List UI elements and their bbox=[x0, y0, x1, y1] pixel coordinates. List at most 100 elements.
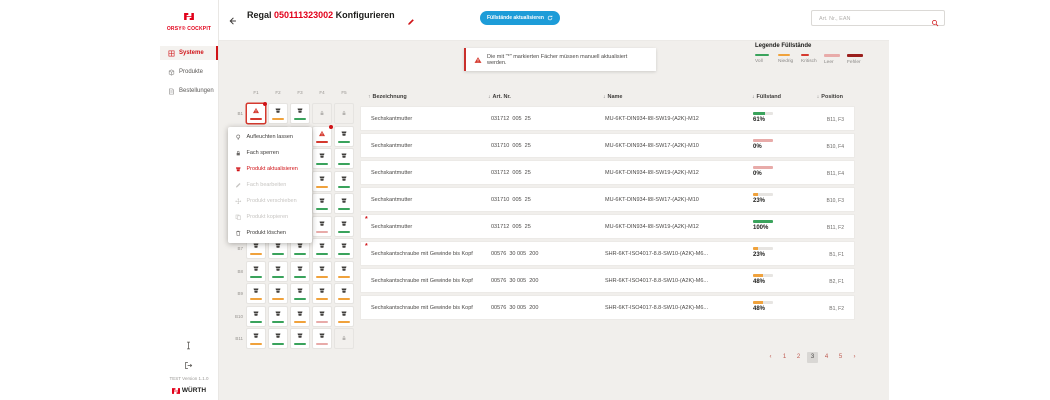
fill-level-line bbox=[294, 253, 306, 255]
bin-icon bbox=[341, 175, 348, 182]
column-header-label: Füllstand bbox=[757, 94, 781, 100]
pagination-page-3[interactable]: 3 bbox=[807, 352, 818, 363]
lock-icon bbox=[341, 110, 347, 116]
fill-level-line bbox=[316, 343, 328, 345]
shelf-cell-B5-F4[interactable] bbox=[312, 193, 332, 214]
fill-level-line bbox=[316, 321, 328, 323]
table-row[interactable]: *Sechskantmutter031712 005 25MU-6KT-DIN9… bbox=[360, 214, 855, 239]
shelf-cell-B11-F1[interactable] bbox=[246, 328, 266, 349]
shelf-cell-B3-F5[interactable] bbox=[334, 148, 354, 169]
back-button[interactable] bbox=[228, 13, 238, 31]
column-header-füllstand[interactable]: ↓Füllstand bbox=[752, 94, 781, 100]
sidebar-item-systeme[interactable]: Systeme bbox=[160, 46, 218, 60]
shelf-cell-B4-F4[interactable] bbox=[312, 171, 332, 192]
shelf-cell-B11-F4[interactable] bbox=[312, 328, 332, 349]
fill-level-line bbox=[338, 186, 350, 188]
shelf-cell-B11-F5[interactable] bbox=[334, 328, 354, 349]
grid-column-header: F5 bbox=[334, 90, 354, 95]
fill-level-line bbox=[250, 343, 262, 345]
shelf-cell-B10-F2[interactable] bbox=[268, 306, 288, 327]
shelf-cell-B10-F4[interactable] bbox=[312, 306, 332, 327]
menu-item-produkt-aktualisieren[interactable]: Produkt aktualisieren bbox=[228, 161, 312, 177]
shelf-cell-B4-F5[interactable] bbox=[334, 171, 354, 192]
fill-level-bar bbox=[753, 166, 773, 169]
fill-level-line bbox=[272, 253, 284, 255]
table-row[interactable]: Sechskantschraube mit Gewinde bis Kopf00… bbox=[360, 268, 855, 293]
cell-name: SHR-6KT-ISO4017-8.8-SW10-(A2K)-M6... bbox=[605, 251, 708, 257]
cell-artnr: 00576 30 005 200 bbox=[491, 278, 538, 284]
shelf-cell-B2-F5[interactable] bbox=[334, 126, 354, 147]
search-icon[interactable] bbox=[931, 14, 939, 32]
update-button-label: Füllstände aktualisieren bbox=[487, 15, 544, 21]
update-fill-levels-button[interactable]: Füllstände aktualisieren bbox=[480, 11, 560, 25]
table-row[interactable]: *Sechskantschraube mit Gewinde bis Kopf0… bbox=[360, 241, 855, 266]
column-header-name[interactable]: ↓Name bbox=[603, 94, 622, 100]
legend-item-voll: Voll bbox=[755, 54, 772, 65]
table-header: ↑Bezeichnung ↓Art. Nr. ↓Name ↓Füllstand ↓Pos… bbox=[360, 86, 855, 106]
fill-level-percent: 0% bbox=[753, 144, 775, 150]
search-input[interactable] bbox=[817, 12, 931, 26]
shelf-cell-B11-F2[interactable] bbox=[268, 328, 288, 349]
table-row[interactable]: Sechskantmutter031712 005 25MU-6KT-DIN93… bbox=[360, 106, 855, 131]
pagination-page-2[interactable]: 2 bbox=[793, 352, 804, 363]
menu-item-label: Produkt kopieren bbox=[247, 214, 289, 220]
pagination-page-1[interactable]: 1 bbox=[779, 352, 790, 363]
collapse-sidebar-icon[interactable] bbox=[184, 337, 193, 346]
shelf-cell-B9-F3[interactable] bbox=[290, 283, 310, 304]
table-row[interactable]: Sechskantmutter031712 005 25MU-6KT-DIN93… bbox=[360, 160, 855, 185]
shelf-cell-B8-F3[interactable] bbox=[290, 261, 310, 282]
legend-item-kritisch: Kritisch bbox=[801, 54, 818, 65]
column-header-art-nr-[interactable]: ↓Art. Nr. bbox=[488, 94, 511, 100]
menu-item-fach-sperren[interactable]: Fach sperren bbox=[228, 145, 312, 161]
shelf-cell-B8-F1[interactable] bbox=[246, 261, 266, 282]
edit-title-icon[interactable] bbox=[407, 13, 415, 31]
pagination-page-5[interactable]: 5 bbox=[835, 352, 846, 363]
shelf-cell-B3-F4[interactable] bbox=[312, 148, 332, 169]
app-logo: ORSY® COCKPIT bbox=[160, 7, 218, 32]
alert-dot bbox=[263, 102, 267, 106]
shelf-cell-B1-F3[interactable] bbox=[290, 103, 310, 124]
cell-fuellstand: 23% bbox=[753, 193, 775, 204]
shelf-cell-B1-F1[interactable] bbox=[246, 103, 266, 124]
cell-name: SHR-6KT-ISO4017-8.8-SW10-(A2K)-M6... bbox=[605, 278, 708, 284]
legend-label: Niedrig bbox=[778, 59, 795, 64]
menu-item-produkt-löschen[interactable]: Produkt löschen bbox=[228, 225, 312, 241]
shelf-cell-B10-F1[interactable] bbox=[246, 306, 266, 327]
shelf-cell-B10-F5[interactable] bbox=[334, 306, 354, 327]
shelf-cell-B9-F1[interactable] bbox=[246, 283, 266, 304]
shelf-cell-B11-F3[interactable] bbox=[290, 328, 310, 349]
pagination-next[interactable]: › bbox=[849, 352, 860, 363]
table-row[interactable]: Sechskantschraube mit Gewinde bis Kopf00… bbox=[360, 295, 855, 320]
sidebar-item-bestellungen[interactable]: Bestellungen bbox=[160, 84, 218, 98]
fill-level-line bbox=[272, 321, 284, 323]
shelf-cell-B9-F2[interactable] bbox=[268, 283, 288, 304]
shelf-cell-B2-F4[interactable] bbox=[312, 126, 332, 147]
column-header-bezeichnung[interactable]: ↑Bezeichnung bbox=[368, 94, 407, 100]
table-row[interactable]: Sechskantmutter031710 005 25MU-6KT-DIN93… bbox=[360, 187, 855, 212]
shelf-cell-B10-F3[interactable] bbox=[290, 306, 310, 327]
menu-item-aufleuchten-lassen[interactable]: Aufleuchten lassen bbox=[228, 129, 312, 145]
shelf-cell-B8-F5[interactable] bbox=[334, 261, 354, 282]
logout-icon[interactable] bbox=[184, 357, 193, 366]
shelf-cell-B7-F4[interactable] bbox=[312, 238, 332, 259]
shelf-cell-B6-F4[interactable] bbox=[312, 216, 332, 237]
shelf-cell-B8-F4[interactable] bbox=[312, 261, 332, 282]
shelf-cell-B9-F5[interactable] bbox=[334, 283, 354, 304]
legend-label: Kritisch bbox=[801, 59, 818, 64]
fill-level-percent: 0% bbox=[753, 171, 775, 177]
shelf-cell-B1-F4[interactable] bbox=[312, 103, 332, 124]
shelf-cell-B7-F5[interactable] bbox=[334, 238, 354, 259]
grid-row-label: B8 bbox=[232, 261, 243, 282]
shelf-cell-B1-F5[interactable] bbox=[334, 103, 354, 124]
pagination-page-4[interactable]: 4 bbox=[821, 352, 832, 363]
sidebar-item-produkte[interactable]: Produkte bbox=[160, 65, 218, 79]
table-row[interactable]: Sechskantmutter031710 005 25MU-6KT-DIN93… bbox=[360, 133, 855, 158]
shelf-cell-B8-F2[interactable] bbox=[268, 261, 288, 282]
shelf-cell-B1-F2[interactable] bbox=[268, 103, 288, 124]
shelf-cell-B5-F5[interactable] bbox=[334, 193, 354, 214]
shelf-cell-B6-F5[interactable] bbox=[334, 216, 354, 237]
bin-icon bbox=[319, 242, 326, 249]
column-header-position[interactable]: ↓Position bbox=[817, 94, 843, 100]
shelf-cell-B9-F4[interactable] bbox=[312, 283, 332, 304]
pagination-prev[interactable]: ‹ bbox=[765, 352, 776, 363]
